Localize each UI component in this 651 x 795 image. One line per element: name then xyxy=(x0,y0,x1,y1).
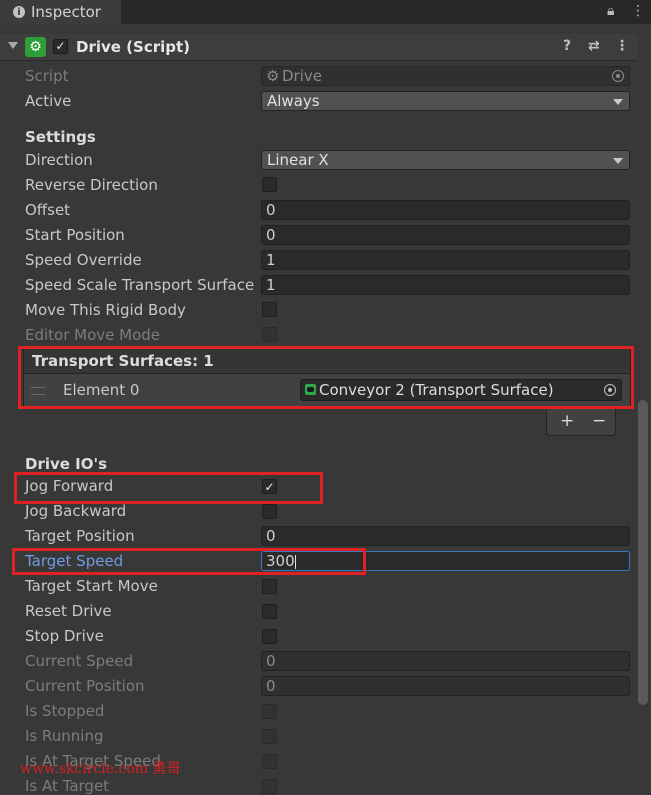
annotation-highlight-jog xyxy=(14,472,323,504)
annotation-highlight-speed xyxy=(12,548,366,575)
reverse-direction-label: Reverse Direction xyxy=(25,176,158,194)
jog-backward-checkbox[interactable] xyxy=(262,504,277,519)
annotation-highlight-transport xyxy=(18,346,634,409)
foldout-arrow-icon[interactable] xyxy=(8,42,18,49)
script-gear-icon: ⚙ xyxy=(25,37,46,57)
editor-move-mode-checkbox xyxy=(262,327,277,342)
settings-header: Settings xyxy=(25,128,96,146)
component-header[interactable]: ⚙ ✓ Drive (Script) ? ⇄ ⋮ xyxy=(0,34,637,61)
script-label: Script xyxy=(25,67,69,85)
drive-io-header: Drive IO's xyxy=(25,455,108,473)
move-rigid-body-label: Move This Rigid Body xyxy=(25,301,186,319)
script-field: ⚙ Drive xyxy=(261,66,630,86)
offset-label: Offset xyxy=(25,201,71,219)
active-label: Active xyxy=(25,92,72,110)
stop-drive-checkbox[interactable] xyxy=(262,629,277,644)
tab-inspector[interactable]: i Inspector xyxy=(0,0,121,24)
script-value: Drive xyxy=(282,67,322,85)
direction-value: Linear X xyxy=(267,151,329,169)
inspector-tabbar: i Inspector 🔒︎ ⋮ xyxy=(0,0,651,24)
active-value: Always xyxy=(267,92,320,110)
speed-override-label: Speed Override xyxy=(25,251,142,269)
is-stopped-checkbox xyxy=(262,704,277,719)
component-menu-icon[interactable]: ⋮ xyxy=(615,38,629,54)
target-position-input[interactable]: 0 xyxy=(261,526,630,546)
move-rigid-body-checkbox[interactable] xyxy=(262,302,277,317)
add-element-button[interactable]: + xyxy=(560,411,574,431)
chevron-down-icon xyxy=(613,158,623,164)
stop-drive-label: Stop Drive xyxy=(25,627,104,645)
target-start-move-label: Target Start Move xyxy=(25,577,158,595)
watermark: www.skcircle.com 勇哥 xyxy=(20,761,181,777)
offset-input[interactable]: 0 xyxy=(261,200,630,220)
current-speed-field: 0 xyxy=(261,651,630,671)
direction-label: Direction xyxy=(25,151,93,169)
preset-icon[interactable]: ⇄ xyxy=(588,38,600,54)
chevron-down-icon xyxy=(613,99,623,105)
is-stopped-label: Is Stopped xyxy=(25,702,105,720)
start-position-input[interactable]: 0 xyxy=(261,225,630,245)
current-speed-label: Current Speed xyxy=(25,652,134,670)
target-position-label: Target Position xyxy=(25,527,135,545)
inspector-scrollbar[interactable] xyxy=(638,400,648,705)
direction-dropdown[interactable]: Linear X xyxy=(261,150,630,170)
is-at-target-label: Is At Target xyxy=(25,777,110,795)
editor-move-mode-label: Editor Move Mode xyxy=(25,326,161,344)
tab-title: Inspector xyxy=(31,3,101,21)
more-options-icon[interactable]: ⋮ xyxy=(631,3,645,19)
speed-scale-label: Speed Scale Transport Surface xyxy=(25,276,255,294)
current-position-field: 0 xyxy=(261,676,630,696)
component-enabled-checkbox[interactable]: ✓ xyxy=(53,39,68,54)
object-picker-icon xyxy=(612,70,624,82)
current-position-label: Current Position xyxy=(25,677,145,695)
speed-override-input[interactable]: 1 xyxy=(261,250,630,270)
reset-drive-checkbox[interactable] xyxy=(262,604,277,619)
is-running-label: Is Running xyxy=(25,727,104,745)
jog-backward-label: Jog Backward xyxy=(25,502,127,520)
reset-drive-label: Reset Drive xyxy=(25,602,112,620)
script-gear-icon: ⚙ xyxy=(266,67,280,85)
start-position-label: Start Position xyxy=(25,226,125,244)
is-running-checkbox xyxy=(262,729,277,744)
remove-element-button[interactable]: − xyxy=(592,411,606,431)
reverse-direction-checkbox[interactable] xyxy=(262,177,277,192)
component-title: Drive (Script) xyxy=(76,38,191,56)
help-icon[interactable]: ? xyxy=(563,38,571,54)
active-dropdown[interactable]: Always xyxy=(261,91,630,111)
lock-icon[interactable]: 🔒︎ xyxy=(607,3,614,19)
list-add-remove: + − xyxy=(546,408,616,436)
info-icon: i xyxy=(13,6,25,18)
is-at-target-checkbox xyxy=(262,779,277,794)
speed-scale-input[interactable]: 1 xyxy=(261,275,630,295)
is-at-target-speed-checkbox xyxy=(262,754,277,769)
target-start-move-checkbox[interactable] xyxy=(262,579,277,594)
